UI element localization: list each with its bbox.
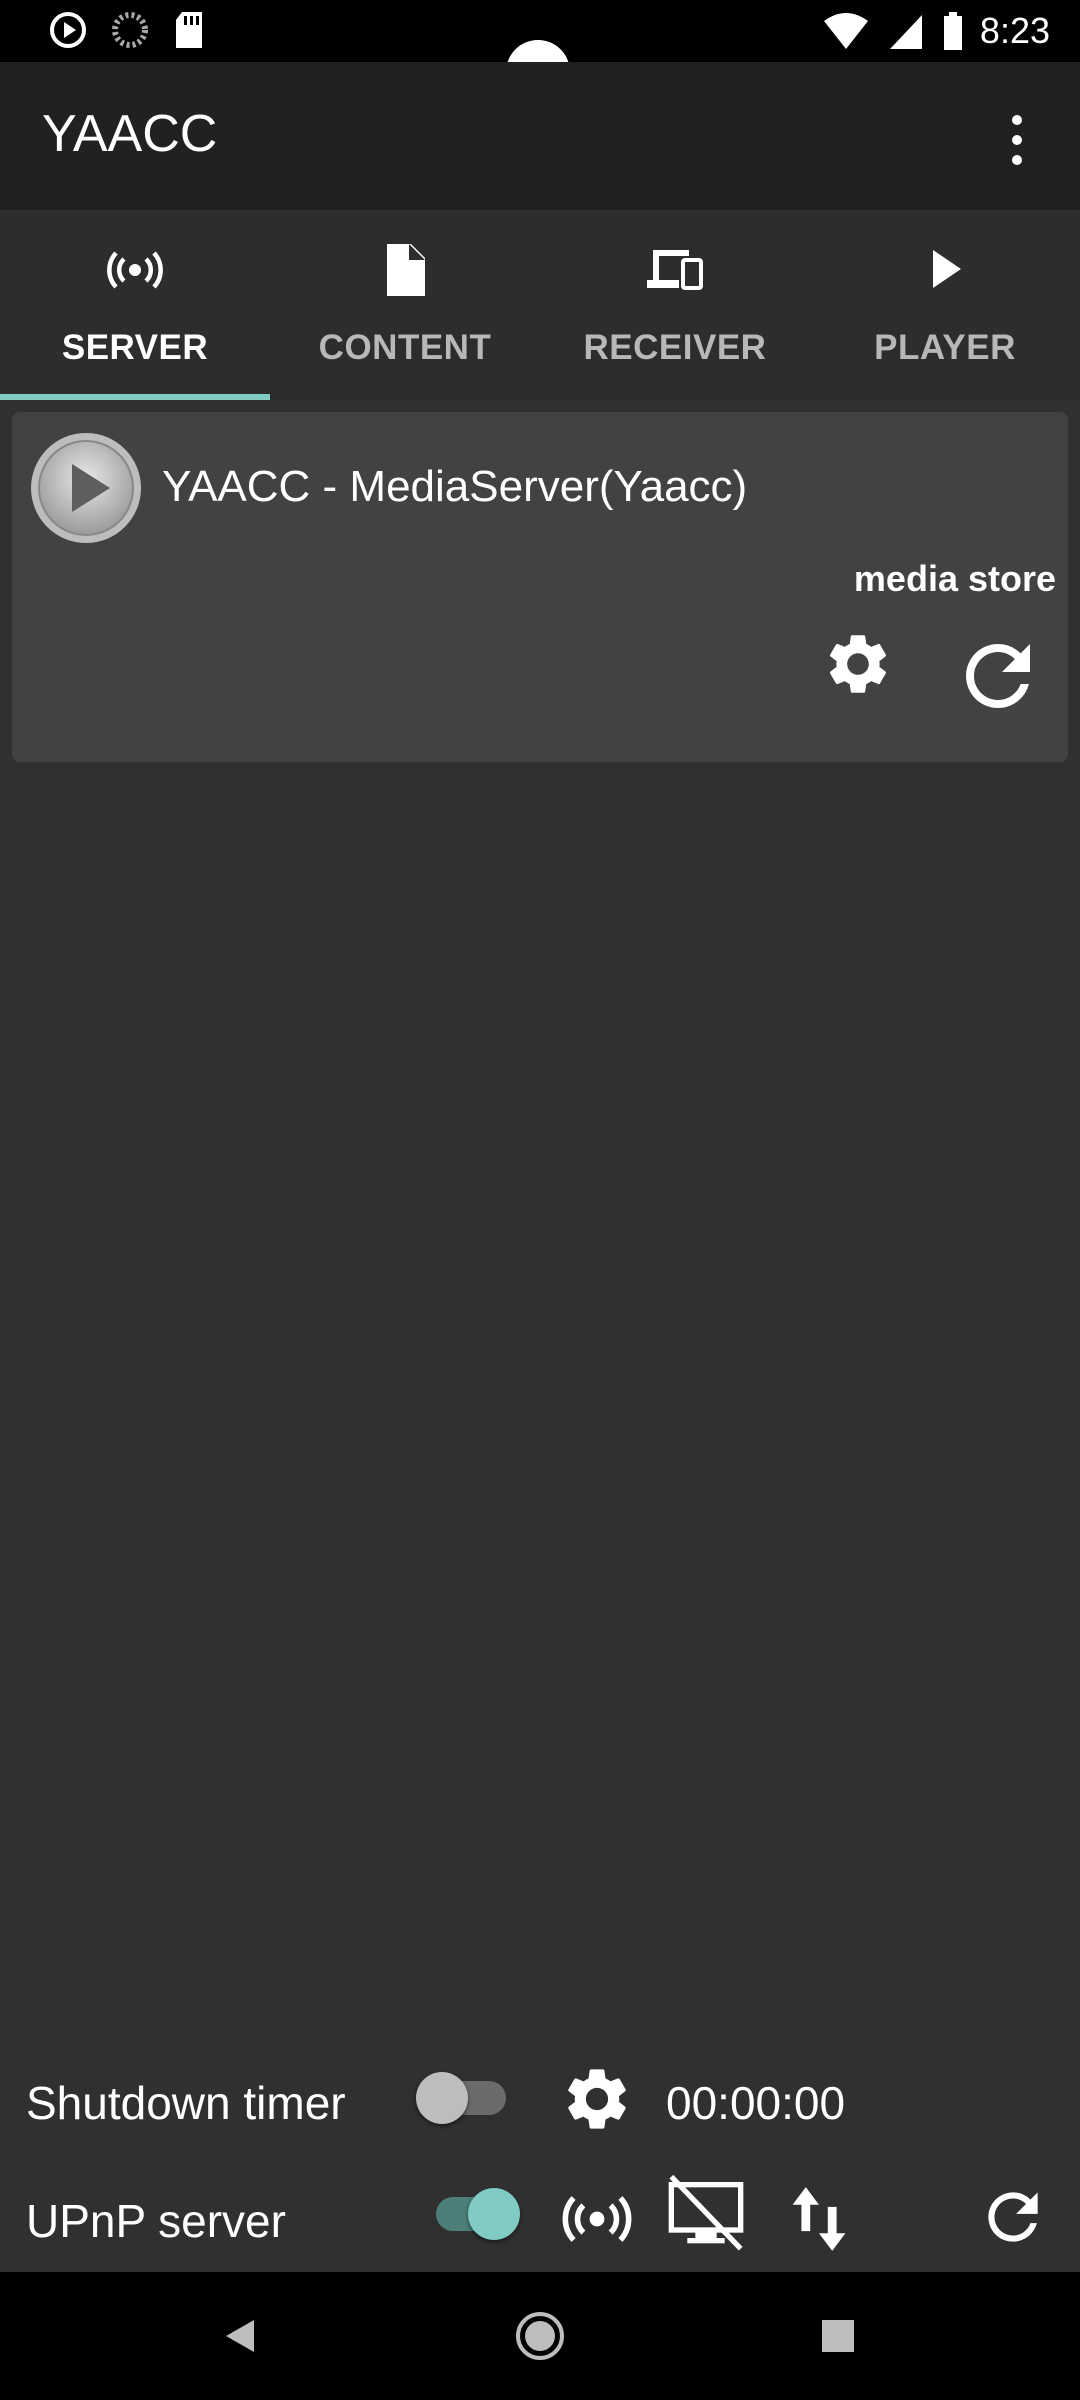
play-circle-icon bbox=[31, 433, 141, 543]
status-time: 8:23 bbox=[979, 10, 1050, 51]
system-nav-bar bbox=[0, 2272, 1080, 2400]
upnp-server-row: UPnP server bbox=[0, 2166, 1080, 2266]
cast-off-icon[interactable] bbox=[666, 2174, 746, 2254]
gear-icon[interactable] bbox=[822, 628, 894, 700]
tab-content-label: CONTENT bbox=[318, 328, 492, 367]
tab-receiver[interactable]: RECEIVER bbox=[540, 210, 810, 400]
upnp-server-label: UPnP server bbox=[26, 2195, 286, 2247]
tab-server-label: SERVER bbox=[61, 328, 209, 367]
toggle-thumb bbox=[468, 2188, 520, 2240]
status-right-icons: 8:23 bbox=[822, 6, 1050, 56]
progress-spinner-icon bbox=[112, 12, 148, 48]
sd-card-icon bbox=[176, 12, 202, 48]
refresh-icon[interactable] bbox=[950, 628, 1046, 724]
app-title: YAACC bbox=[42, 105, 218, 163]
swap-vert-icon[interactable] bbox=[786, 2182, 852, 2256]
broadcast-icon bbox=[107, 251, 163, 289]
home-icon[interactable] bbox=[510, 2306, 570, 2366]
server-subtitle: media store bbox=[853, 558, 1056, 599]
devices-icon bbox=[647, 250, 703, 290]
tab-player-label: PLAYER bbox=[874, 328, 1016, 367]
more-vert-icon[interactable] bbox=[1002, 110, 1032, 170]
shutdown-timer-label: Shutdown timer bbox=[26, 2077, 346, 2129]
shutdown-timer-toggle[interactable] bbox=[414, 2068, 514, 2128]
tab-content[interactable]: CONTENT bbox=[270, 210, 540, 400]
app-bar: YAACC bbox=[0, 62, 1080, 210]
server-card[interactable]: YAACC - MediaServer(Yaacc) media store bbox=[12, 412, 1068, 762]
tab-receiver-label: RECEIVER bbox=[583, 328, 767, 367]
media-play-icon bbox=[50, 12, 86, 48]
wifi-icon bbox=[823, 13, 868, 49]
battery-icon bbox=[943, 12, 962, 50]
cell-signal-icon bbox=[889, 15, 922, 49]
toggle-thumb bbox=[416, 2072, 468, 2124]
timer-settings-gear-icon[interactable] bbox=[560, 2062, 634, 2136]
refresh-icon[interactable] bbox=[976, 2180, 1050, 2254]
upnp-server-toggle[interactable] bbox=[430, 2184, 530, 2244]
tab-indicator bbox=[0, 394, 270, 400]
recents-icon[interactable] bbox=[808, 2306, 868, 2366]
broadcast-icon[interactable] bbox=[560, 2182, 634, 2256]
tab-server[interactable]: SERVER bbox=[0, 210, 270, 400]
tab-player[interactable]: PLAYER bbox=[810, 210, 1080, 400]
play-icon bbox=[933, 250, 961, 288]
tab-bar: SERVER CONTENT RECEIVER PLAYER bbox=[0, 210, 1080, 400]
back-icon[interactable] bbox=[210, 2306, 270, 2366]
shutdown-timer-value: 00:00:00 bbox=[666, 2077, 846, 2129]
server-name: YAACC - MediaServer(Yaacc) bbox=[162, 462, 748, 511]
document-icon bbox=[387, 244, 425, 296]
status-left-icons bbox=[48, 10, 206, 50]
shutdown-timer-row: Shutdown timer 00:00:00 bbox=[0, 2052, 1080, 2152]
